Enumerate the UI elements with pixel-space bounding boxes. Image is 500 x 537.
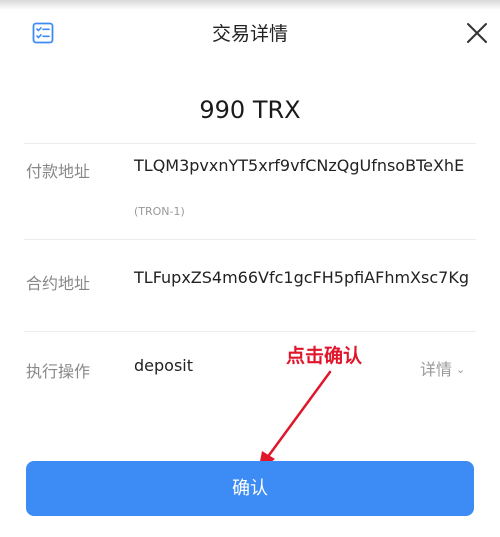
payer-address-label: 付款地址 [26, 162, 91, 181]
details-label: 详情 [420, 360, 453, 379]
contract-address-label: 合约地址 [26, 274, 91, 293]
divider [24, 143, 476, 144]
transaction-details-dialog: 交易详情 990 TRX 付款地址 TLQM3pvxnYT5xrf9vfCNzQ… [0, 0, 500, 537]
details-link[interactable]: 详情 ⌄ [420, 356, 465, 380]
dialog-header: 交易详情 [0, 0, 500, 68]
contract-address-value: TLFupxZS4m66Vfc1gcFH5pfiAFhmXsc7Kg [134, 268, 469, 287]
divider [24, 239, 476, 240]
chain-network-label: (TRON-1) [134, 205, 185, 218]
payer-address-value: TLQM3pvxnYT5xrf9vfCNzQgUfnsoBTeXhE [134, 156, 465, 175]
annotation-text: 点击确认 [286, 345, 363, 367]
action-label: 执行操作 [26, 362, 91, 381]
confirm-button[interactable]: 确认 [26, 461, 474, 516]
chevron-down-icon: ⌄ [456, 363, 466, 376]
dialog-title: 交易详情 [211, 23, 288, 45]
confirm-button-label: 确认 [232, 478, 268, 499]
divider [24, 331, 476, 332]
transaction-amount: 990 TRX [199, 96, 301, 124]
close-icon[interactable] [462, 18, 492, 48]
